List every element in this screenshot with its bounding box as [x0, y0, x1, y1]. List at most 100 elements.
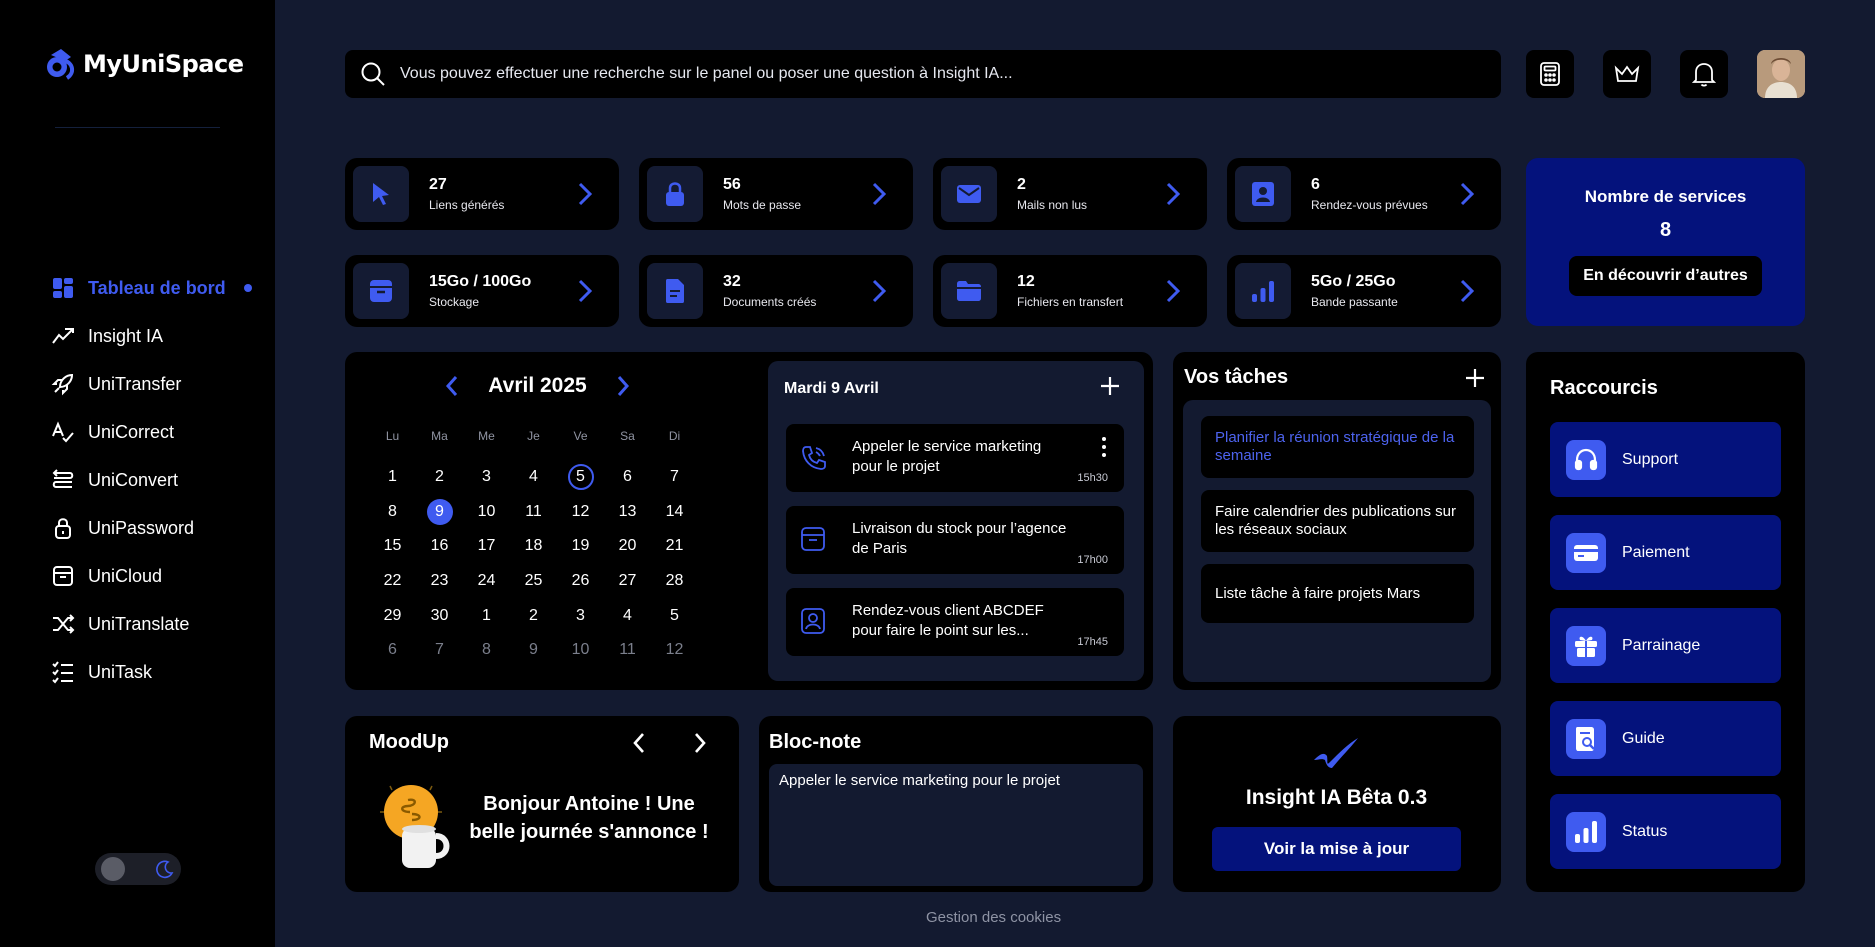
sidebar-item-unitranslate[interactable]: UniTranslate: [50, 600, 260, 648]
shortcut-paiement[interactable]: Paiement: [1550, 515, 1781, 590]
chevron-right-icon: [578, 182, 593, 206]
calendar-day[interactable]: 16: [416, 529, 463, 564]
calendar-day[interactable]: 12: [557, 495, 604, 530]
cookies-link[interactable]: Gestion des cookies: [926, 909, 1061, 926]
calendar-day[interactable]: 2: [416, 460, 463, 495]
calendar-day[interactable]: 18: [510, 529, 557, 564]
calendar-day[interactable]: 25: [510, 564, 557, 599]
calendar-day[interactable]: 24: [463, 564, 510, 599]
calendar-day[interactable]: 1: [463, 598, 510, 633]
calendar-day[interactable]: 30: [416, 598, 463, 633]
calendar-day[interactable]: 26: [557, 564, 604, 599]
search-bar[interactable]: Vous pouvez effectuer une recherche sur …: [345, 50, 1501, 98]
calendar-day[interactable]: 19: [557, 529, 604, 564]
calendar-day-number: 6: [388, 641, 397, 659]
calendar-day[interactable]: 2: [510, 598, 557, 633]
add-task-icon[interactable]: [1463, 366, 1487, 390]
task-item[interactable]: Liste tâche à faire projets Mars: [1201, 564, 1474, 623]
calendar-day[interactable]: 15: [369, 529, 416, 564]
correct-icon: [50, 419, 76, 445]
calendar-day[interactable]: 7: [416, 633, 463, 668]
stat-card-appointments[interactable]: 6 Rendez-vous prévues: [1227, 158, 1501, 230]
sidebar-item-dashboard[interactable]: Tableau de bord: [50, 264, 260, 312]
calendar-day[interactable]: 9: [416, 495, 463, 530]
calendar-day[interactable]: 11: [510, 495, 557, 530]
task-item[interactable]: Planifier la réunion stratégique de la s…: [1201, 416, 1474, 478]
stat-card-links[interactable]: 27 Liens générés: [345, 158, 619, 230]
calendar-day[interactable]: 3: [557, 598, 604, 633]
shortcut-status[interactable]: Status: [1550, 794, 1781, 869]
calendar-day[interactable]: 14: [651, 495, 698, 530]
calendar-day[interactable]: 4: [604, 598, 651, 633]
calendar-day[interactable]: 21: [651, 529, 698, 564]
premium-button[interactable]: [1603, 50, 1651, 98]
avatar[interactable]: [1757, 50, 1805, 98]
notepad-textarea[interactable]: Appeler le service marketing pour le pro…: [769, 764, 1143, 886]
stat-card-storage[interactable]: 15Go / 100Go Stockage: [345, 255, 619, 327]
sidebar-item-unicorrect[interactable]: UniCorrect: [50, 408, 260, 456]
add-event-icon[interactable]: [1098, 374, 1122, 398]
calendar-day-number: 7: [670, 468, 679, 486]
stat-label: Stockage: [429, 295, 480, 309]
event-item[interactable]: Appeler le service marketing pour le pro…: [786, 424, 1124, 492]
calendar-day[interactable]: 9: [510, 633, 557, 668]
brand-logo[interactable]: MyUniSpace: [43, 47, 244, 81]
services-count: 8: [1659, 219, 1672, 241]
shortcut-parrainage[interactable]: Parrainage: [1550, 608, 1781, 683]
calendar-day-number: 6: [623, 468, 632, 486]
notifications-button[interactable]: [1680, 50, 1728, 98]
calendar-day[interactable]: 13: [604, 495, 651, 530]
sidebar-item-insight-ia[interactable]: Insight IA: [50, 312, 260, 360]
archive-icon: [353, 263, 409, 319]
calendar-day[interactable]: 1: [369, 460, 416, 495]
calendar-day[interactable]: 8: [369, 495, 416, 530]
calendar-day[interactable]: 10: [463, 495, 510, 530]
calendar-day[interactable]: 17: [463, 529, 510, 564]
calculator-button[interactable]: [1526, 50, 1574, 98]
theme-toggle[interactable]: [95, 853, 181, 885]
sidebar-item-unitask[interactable]: UniTask: [50, 648, 260, 696]
event-item[interactable]: Rendez-vous client ABCDEF pour faire le …: [786, 588, 1124, 656]
shortcut-guide[interactable]: Guide: [1550, 701, 1781, 776]
stat-card-mails[interactable]: 2 Mails non lus: [933, 158, 1207, 230]
chevron-left-icon[interactable]: [632, 732, 646, 754]
calendar-day[interactable]: 22: [369, 564, 416, 599]
calendar-day[interactable]: 23: [416, 564, 463, 599]
calendar-day[interactable]: 5: [651, 598, 698, 633]
calendar-day[interactable]: 28: [651, 564, 698, 599]
event-item[interactable]: Livraison du stock pour l’agence de Pari…: [786, 506, 1124, 574]
chevron-right-icon[interactable]: [693, 732, 707, 754]
sidebar-item-unitransfer[interactable]: UniTransfer: [50, 360, 260, 408]
sidebar-item-uniconvert[interactable]: UniConvert: [50, 456, 260, 504]
calendar-day[interactable]: 4: [510, 460, 557, 495]
calendar-day[interactable]: 27: [604, 564, 651, 599]
calendar-day[interactable]: 7: [651, 460, 698, 495]
search-input[interactable]: Vous pouvez effectuer une recherche sur …: [400, 65, 1013, 83]
calendar-day[interactable]: 11: [604, 633, 651, 668]
discover-services-button[interactable]: En découvrir d’autres: [1569, 256, 1762, 296]
stat-card-documents[interactable]: 32 Documents créés: [639, 255, 913, 327]
calendar-day[interactable]: 8: [463, 633, 510, 668]
insight-logo-icon: [1314, 738, 1358, 768]
stat-card-passwords[interactable]: 56 Mots de passe: [639, 158, 913, 230]
view-update-button[interactable]: Voir la mise à jour: [1212, 827, 1461, 871]
sidebar-item-unicloud[interactable]: UniCloud: [50, 552, 260, 600]
calendar-day[interactable]: 29: [369, 598, 416, 633]
calendar-day-number: 17: [477, 537, 496, 555]
calendar-day[interactable]: 12: [651, 633, 698, 668]
stat-card-bandwidth[interactable]: 5Go / 25Go Bande passante: [1227, 255, 1501, 327]
shortcut-support[interactable]: Support: [1550, 422, 1781, 497]
calendar-day[interactable]: 6: [369, 633, 416, 668]
calendar-day[interactable]: 10: [557, 633, 604, 668]
calendar-day[interactable]: 20: [604, 529, 651, 564]
calendar-day[interactable]: 5: [557, 460, 604, 495]
calendar-day[interactable]: 3: [463, 460, 510, 495]
brand-name: MyUniSpace: [83, 50, 244, 78]
more-vertical-icon[interactable]: [1102, 437, 1106, 457]
task-item[interactable]: Faire calendrier des publications sur le…: [1201, 490, 1474, 552]
chevron-right-icon[interactable]: [616, 375, 630, 397]
calendar-day[interactable]: 6: [604, 460, 651, 495]
stat-card-transfers[interactable]: 12 Fichiers en transfert: [933, 255, 1207, 327]
sidebar-item-unipassword[interactable]: UniPassword: [50, 504, 260, 552]
chevron-left-icon[interactable]: [445, 375, 459, 397]
